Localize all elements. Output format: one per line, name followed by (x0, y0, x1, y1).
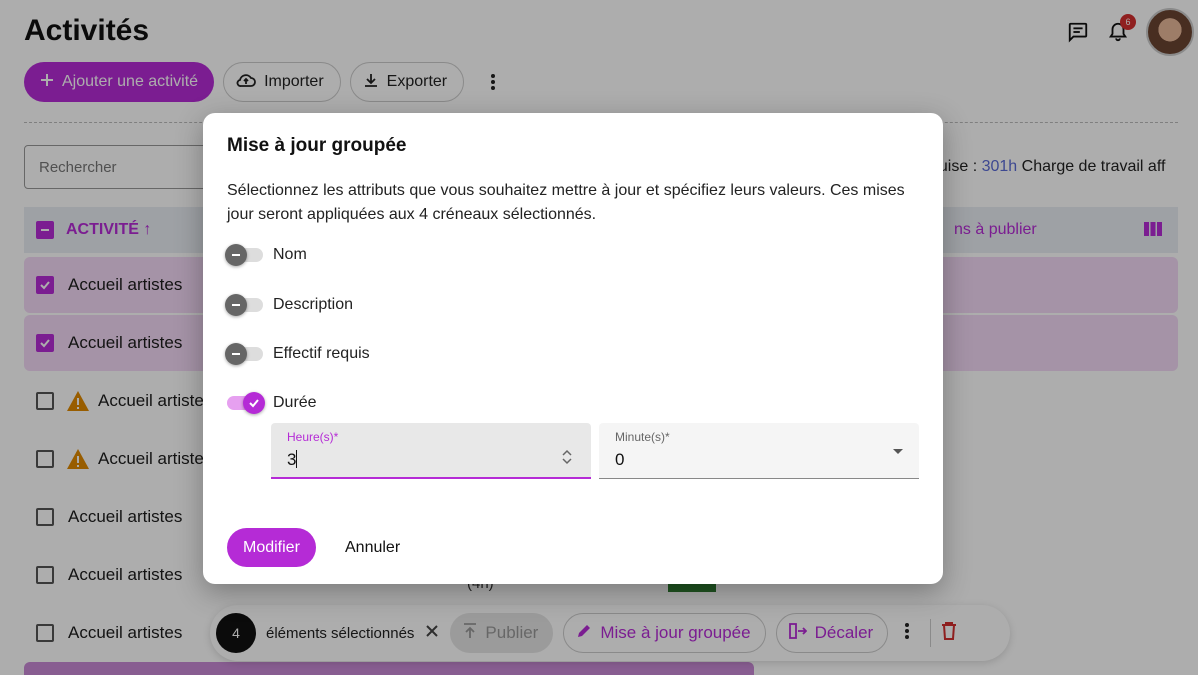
hours-value: 3 (287, 450, 297, 469)
toggle-label: Effectif requis (273, 345, 370, 362)
bulk-update-dialog: Mise à jour groupée Sélectionnez les att… (203, 113, 943, 584)
toggle-row: Nom (225, 243, 307, 267)
toggle-switch[interactable] (225, 343, 263, 365)
check-icon (243, 392, 265, 414)
minutes-select[interactable]: Minute(s)* 0 (599, 423, 919, 479)
minutes-value: 0 (615, 450, 625, 469)
hours-value-wrap: 3 (287, 450, 298, 470)
hours-field[interactable]: Heure(s)* 3 (271, 423, 591, 479)
toggle-row: Durée (227, 391, 317, 415)
minus-icon (225, 294, 247, 316)
hours-label: Heure(s)* (287, 430, 339, 444)
dialog-title: Mise à jour groupée (227, 135, 407, 156)
minus-icon (225, 244, 247, 266)
toggle-row: Effectif requis (225, 342, 370, 366)
toggle-label: Durée (273, 394, 317, 411)
toggle-switch[interactable] (225, 294, 263, 316)
toggle-row: Description (225, 293, 354, 317)
modify-button[interactable]: Modifier (227, 528, 316, 567)
activities-page: Activités 6 Ajouter une activité Importe… (0, 0, 1198, 675)
toggle-label: Nom (273, 246, 307, 263)
toggle-label: Description (273, 296, 354, 313)
hours-stepper-icon[interactable] (561, 449, 573, 470)
chevron-down-icon (893, 449, 903, 454)
minutes-label: Minute(s)* (615, 430, 670, 444)
dialog-description: Sélectionnez les attributs que vous souh… (227, 182, 905, 223)
toggle-switch[interactable] (225, 244, 263, 266)
cancel-button[interactable]: Annuler (333, 528, 412, 567)
minus-icon (225, 343, 247, 365)
toggle-switch[interactable] (227, 392, 265, 414)
